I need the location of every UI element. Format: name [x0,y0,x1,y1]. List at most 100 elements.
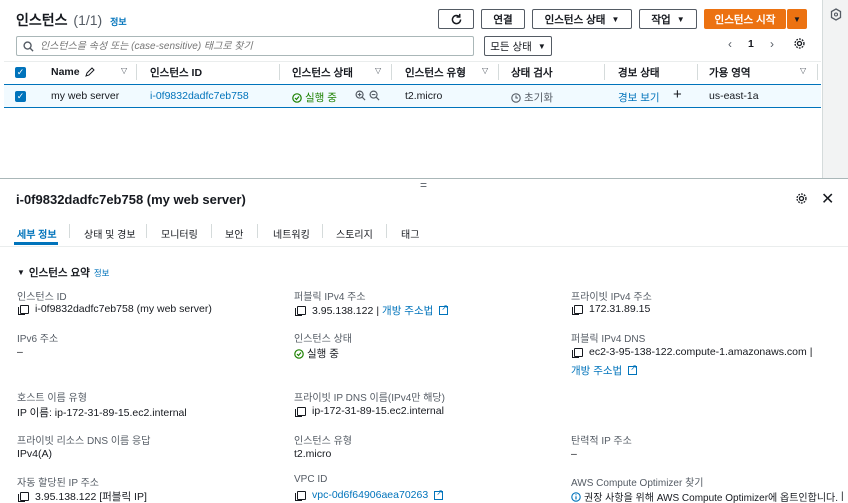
sort-icon[interactable]: ▽ [375,66,381,75]
page-title: 인스턴스 (1/1) 정보 [16,10,127,30]
col-divider [136,64,137,80]
refresh-button[interactable] [438,9,474,29]
details-title: i-0f9832dadfc7eb758 (my web server) [16,192,246,207]
tab-tags[interactable]: 태그 [401,226,419,241]
hostname-type-value: IP 이름: ip-172-31-89-15.ec2.internal [17,407,187,419]
col-header-name[interactable]: Name [51,62,95,82]
search-box[interactable] [16,36,474,56]
tab-divider [322,224,323,238]
next-page-icon[interactable]: › [770,37,774,51]
tab-status-alarms[interactable]: 상태 및 경보 [84,226,136,241]
zoom-out-icon[interactable] [369,90,380,101]
caret-down-icon: ▼ [17,268,25,277]
row-instance-id-link[interactable]: i-0f9832dadfc7eb758 [150,90,249,102]
gear-icon[interactable] [793,37,806,50]
elastic-ip-label: 탄력적 IP 주소 [571,436,632,447]
col-header-name-label: Name [51,66,80,78]
prev-page-icon[interactable]: ‹ [728,37,732,51]
public-dns-value: ec2-3-95-138-122.compute-1.amazonaws.com… [572,346,812,358]
view-alarms-link[interactable]: 경보 보기 [618,90,660,105]
launch-dropdown-button[interactable]: ▼ [787,9,807,29]
actions-button[interactable]: 작업 ▼ [639,9,697,29]
row-state-text: 실행 중 [305,92,337,104]
connect-button[interactable]: 연결 [481,9,525,29]
tab-networking[interactable]: 네트워킹 [273,226,310,241]
gear-icon[interactable] [795,192,808,205]
sort-icon[interactable]: ▽ [482,66,488,75]
instance-state-button[interactable]: 인스턴스 상태 ▼ [532,9,632,29]
public-ipv4-text: 3.95.138.122 [312,304,374,317]
clock-icon [511,92,521,103]
col-divider [279,64,280,80]
tabs-border [0,246,848,247]
type-value: t2.micro [294,448,332,460]
caret-down-icon: ▼ [611,14,620,24]
page-number[interactable]: 1 [748,38,754,50]
section-info-link[interactable]: 정보 [94,267,110,279]
zoom-in-icon[interactable] [355,90,366,101]
tab-storage[interactable]: 스토리지 [336,226,373,241]
sort-icon[interactable]: ▽ [800,66,806,75]
copy-icon[interactable] [18,304,29,315]
private-ipv4-text: 172.31.89.15 [589,303,651,315]
col-header-az[interactable]: 가용 영역 [709,62,751,82]
copy-icon[interactable] [572,347,583,358]
col-header-state[interactable]: 인스턴스 상태 [292,62,353,82]
optimizer-value[interactable]: 권장 사항을 위해 AWS Compute Optimizer에 옵트인합니다.… [571,489,844,503]
col-header-type[interactable]: 인스턴스 유형 [405,62,466,82]
col-header-status-check[interactable]: 상태 검사 [511,62,553,82]
col-divider [498,64,499,80]
refresh-icon [451,13,461,24]
copy-icon[interactable] [295,406,306,417]
add-alarm-icon[interactable]: + [673,86,682,103]
vpc-link[interactable]: vpc-0d6f64906aea70263 [312,489,428,501]
col-divider [604,64,605,80]
col-header-alarm[interactable]: 경보 상태 [618,62,660,82]
row-state: 실행 중 [292,90,337,105]
copy-icon[interactable] [572,304,583,315]
copy-icon[interactable] [295,306,306,316]
connect-label: 연결 [493,13,513,26]
resize-handle-icon[interactable]: = [420,178,427,192]
col-divider [817,64,818,80]
tab-monitoring[interactable]: 모니터링 [161,226,198,241]
external-link-icon[interactable] [628,363,638,375]
search-input[interactable] [40,40,460,52]
row-checkbox[interactable]: ✓ [15,91,26,102]
copy-icon[interactable] [295,490,306,501]
info-link[interactable]: 정보 [110,17,127,27]
state-filter-select[interactable]: 모든 상태 ▼ [484,36,552,56]
copy-icon[interactable] [18,492,29,502]
row-name: my web server [51,90,120,102]
state-label: 인스턴스 상태 [294,334,352,345]
active-tab-indicator [14,242,58,245]
vpc-value: vpc-0d6f64906aea70263 [295,488,444,501]
hexagon-icon[interactable] [830,8,842,21]
auto-ip-label: 자동 할당된 IP 주소 [17,478,100,489]
actions-label: 작업 [651,13,671,26]
tab-divider [386,224,387,238]
sort-icon[interactable]: ▽ [121,66,127,75]
external-link-icon[interactable] [434,488,444,500]
tab-security[interactable]: 보안 [225,226,243,241]
col-header-az-label: 가용 영역 [709,66,751,79]
public-dns-open-link[interactable]: 개방 주소법 [571,363,622,378]
instance-summary-header[interactable]: ▼ 인스턴스 요약 정보 [17,265,109,280]
row-status-check-text: 초기화 [524,92,553,104]
tab-divider [69,224,70,238]
select-all-checkbox[interactable]: ✓ [15,67,26,78]
caret-down-icon: ▼ [793,14,801,24]
open-address-link[interactable]: 개방 주소법 [382,303,433,318]
state-value: 실행 중 [294,346,339,361]
launch-instance-button[interactable]: 인스턴스 시작 [704,9,786,29]
private-ipv4-label: 프라이빗 IPv4 주소 [571,292,652,303]
private-dns-text: ip-172-31-89-15.ec2.internal [312,405,444,417]
col-header-type-label: 인스턴스 유형 [405,66,466,79]
col-header-instance-id[interactable]: 인스턴스 ID [150,62,202,82]
external-link-icon[interactable] [439,303,449,315]
col-header-alarm-label: 경보 상태 [618,66,660,79]
close-icon[interactable]: ✕ [821,189,834,209]
public-dns-label: 퍼블릭 IPv4 DNS [571,334,646,345]
tab-details[interactable]: 세부 정보 [17,226,57,241]
optimizer-link[interactable]: 권장 사항을 위해 AWS Compute Optimizer에 옵트인합니다. [584,489,838,503]
